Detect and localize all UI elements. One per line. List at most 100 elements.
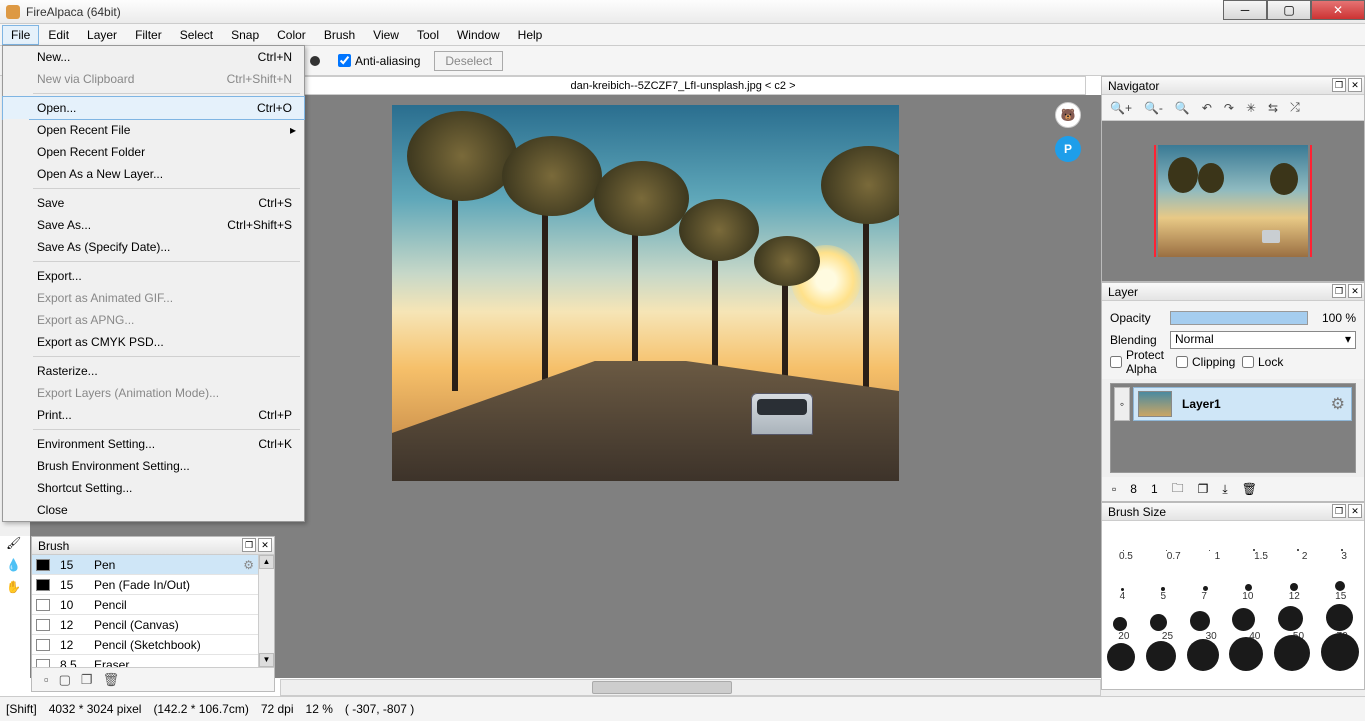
reset-rotation-icon[interactable]: ✳: [1246, 101, 1256, 115]
brush-tool-icon[interactable]: 🖌: [6, 536, 24, 550]
brush-panel-header[interactable]: Brush ❐✕: [32, 537, 274, 555]
blending-select[interactable]: Normal: [1170, 331, 1356, 349]
file-menu-item[interactable]: Open As a New Layer...: [3, 163, 304, 185]
menu-layer[interactable]: Layer: [78, 25, 126, 45]
gear-icon[interactable]: ⚙: [1331, 394, 1345, 414]
p-icon[interactable]: P: [1055, 136, 1081, 162]
file-menu-item[interactable]: Save As...Ctrl+Shift+S: [3, 214, 304, 236]
rotate-cw-icon[interactable]: ↷: [1224, 101, 1234, 115]
file-menu-item[interactable]: Rasterize...: [3, 360, 304, 382]
brush-row[interactable]: 10Pencil: [32, 595, 258, 615]
brush-size-dot[interactable]: [1274, 635, 1310, 671]
file-menu-item[interactable]: Open...Ctrl+O: [3, 97, 304, 119]
zoom-out-icon[interactable]: 🔍-: [1144, 101, 1163, 115]
brush-size-dot[interactable]: [1107, 643, 1135, 671]
close-icon[interactable]: ✕: [1348, 284, 1362, 298]
new-1bit-layer-icon[interactable]: 1: [1151, 482, 1158, 496]
menu-help[interactable]: Help: [509, 25, 552, 45]
menu-window[interactable]: Window: [448, 25, 509, 45]
close-icon[interactable]: ✕: [1348, 504, 1362, 518]
close-icon[interactable]: ✕: [258, 538, 272, 552]
brush-size-dot[interactable]: [1321, 633, 1359, 671]
menu-filter[interactable]: Filter: [126, 25, 171, 45]
close-button[interactable]: ✕: [1311, 0, 1365, 20]
menu-select[interactable]: Select: [171, 25, 222, 45]
file-menu-item[interactable]: Export...: [3, 265, 304, 287]
eyedropper-icon[interactable]: 💧: [6, 558, 24, 572]
merge-down-icon[interactable]: ⤓: [1222, 482, 1227, 497]
new-folder-icon[interactable]: 🗀: [1172, 479, 1184, 500]
file-menu-item[interactable]: Shortcut Setting...: [3, 477, 304, 499]
brush-row[interactable]: 15Pen (Fade In/Out): [32, 575, 258, 595]
menu-edit[interactable]: Edit: [39, 25, 78, 45]
brush-size-dot[interactable]: [1278, 606, 1303, 631]
flip-h-icon[interactable]: ⇆: [1268, 101, 1278, 115]
minimize-button[interactable]: ─: [1223, 0, 1267, 20]
undock-icon[interactable]: ❐: [1332, 78, 1346, 92]
brush-size-dot[interactable]: [1297, 549, 1299, 551]
duplicate-icon[interactable]: ❐: [81, 672, 93, 688]
navigator-preview[interactable]: [1102, 121, 1364, 281]
file-menu-item[interactable]: Save As (Specify Date)...: [3, 236, 304, 258]
file-menu-item[interactable]: Brush Environment Setting...: [3, 455, 304, 477]
brush-size-dot[interactable]: [1187, 639, 1219, 671]
clipping-checkbox[interactable]: Clipping: [1176, 355, 1228, 369]
protect-alpha-checkbox[interactable]: Protect Alpha: [1110, 348, 1162, 376]
brush-size-dot[interactable]: [1335, 581, 1345, 591]
brush-size-dot[interactable]: [1326, 604, 1353, 631]
brush-size-dot[interactable]: [1232, 608, 1255, 631]
brush-size-dot[interactable]: [1290, 583, 1298, 591]
deselect-button[interactable]: Deselect: [434, 51, 503, 71]
lock-checkbox[interactable]: Lock: [1242, 355, 1294, 369]
file-menu-item[interactable]: Close: [3, 499, 304, 521]
menu-file[interactable]: File: [2, 25, 39, 45]
document-tab[interactable]: dan-kreibich--5ZCZF7_LfI-unsplash.jpg < …: [280, 76, 1086, 95]
maximize-button[interactable]: ▢: [1267, 0, 1311, 20]
brush-row[interactable]: 8.5Eraser: [32, 655, 258, 667]
trash-icon[interactable]: 🗑: [103, 672, 120, 688]
layer-item[interactable]: Layer1 ⚙: [1133, 387, 1352, 421]
undock-icon[interactable]: ❐: [1332, 284, 1346, 298]
brush-size-dot[interactable]: [1113, 617, 1127, 631]
zoom-fit-icon[interactable]: 🔍: [1175, 101, 1190, 115]
brush-size-dot[interactable]: [1245, 584, 1252, 591]
new-layer-icon[interactable]: ▫: [1112, 482, 1116, 496]
opacity-slider[interactable]: [1170, 311, 1308, 325]
brush-row[interactable]: 12Pencil (Sketchbook): [32, 635, 258, 655]
mascot-icon[interactable]: 🐻: [1055, 102, 1081, 128]
zoom-in-icon[interactable]: 🔍+: [1110, 101, 1132, 115]
new-brush-icon[interactable]: ▫: [44, 672, 49, 687]
delete-layer-icon[interactable]: 🗑: [1242, 482, 1257, 496]
menu-brush[interactable]: Brush: [315, 25, 364, 45]
close-icon[interactable]: ✕: [1348, 78, 1362, 92]
file-menu-item[interactable]: Open Recent File▸: [3, 119, 304, 141]
brush-size-dot[interactable]: [1146, 641, 1176, 671]
menu-snap[interactable]: Snap: [222, 25, 268, 45]
menu-tool[interactable]: Tool: [408, 25, 448, 45]
folder-icon[interactable]: ▢: [59, 672, 71, 688]
menu-view[interactable]: View: [364, 25, 408, 45]
layer-visibility-toggle[interactable]: ◦: [1114, 387, 1130, 421]
file-menu-item[interactable]: Print...Ctrl+P: [3, 404, 304, 426]
brush-scrollbar[interactable]: ▲▼: [258, 555, 274, 667]
file-menu-item[interactable]: Open Recent Folder: [3, 141, 304, 163]
undock-icon[interactable]: ❐: [1332, 504, 1346, 518]
file-menu-item[interactable]: Environment Setting...Ctrl+K: [3, 433, 304, 455]
rotate-ccw-icon[interactable]: ↶: [1202, 101, 1212, 115]
new-8bit-layer-icon[interactable]: 8: [1130, 482, 1137, 496]
antialias-checkbox[interactable]: Anti-aliasing: [338, 54, 420, 68]
brush-size-grid[interactable]: 0.50.711.523457101215202530405070: [1102, 521, 1364, 689]
undock-icon[interactable]: ❐: [242, 538, 256, 552]
brush-row[interactable]: 15Pen⚙: [32, 555, 258, 575]
file-menu-item[interactable]: SaveCtrl+S: [3, 192, 304, 214]
brush-size-dot[interactable]: [1229, 637, 1263, 671]
file-menu-item[interactable]: New...Ctrl+N: [3, 46, 304, 68]
brush-list[interactable]: 15Pen⚙15Pen (Fade In/Out)10Pencil 12Penci…: [32, 555, 258, 667]
duplicate-layer-icon[interactable]: ❐: [1198, 482, 1209, 496]
brush-size-dot[interactable]: [1190, 611, 1210, 631]
canvas-h-scrollbar[interactable]: [280, 679, 1101, 696]
brush-size-dot[interactable]: [1150, 614, 1167, 631]
menu-color[interactable]: Color: [268, 25, 315, 45]
layer-list[interactable]: ◦ Layer1 ⚙: [1110, 383, 1356, 473]
canvas-image[interactable]: [392, 105, 899, 481]
